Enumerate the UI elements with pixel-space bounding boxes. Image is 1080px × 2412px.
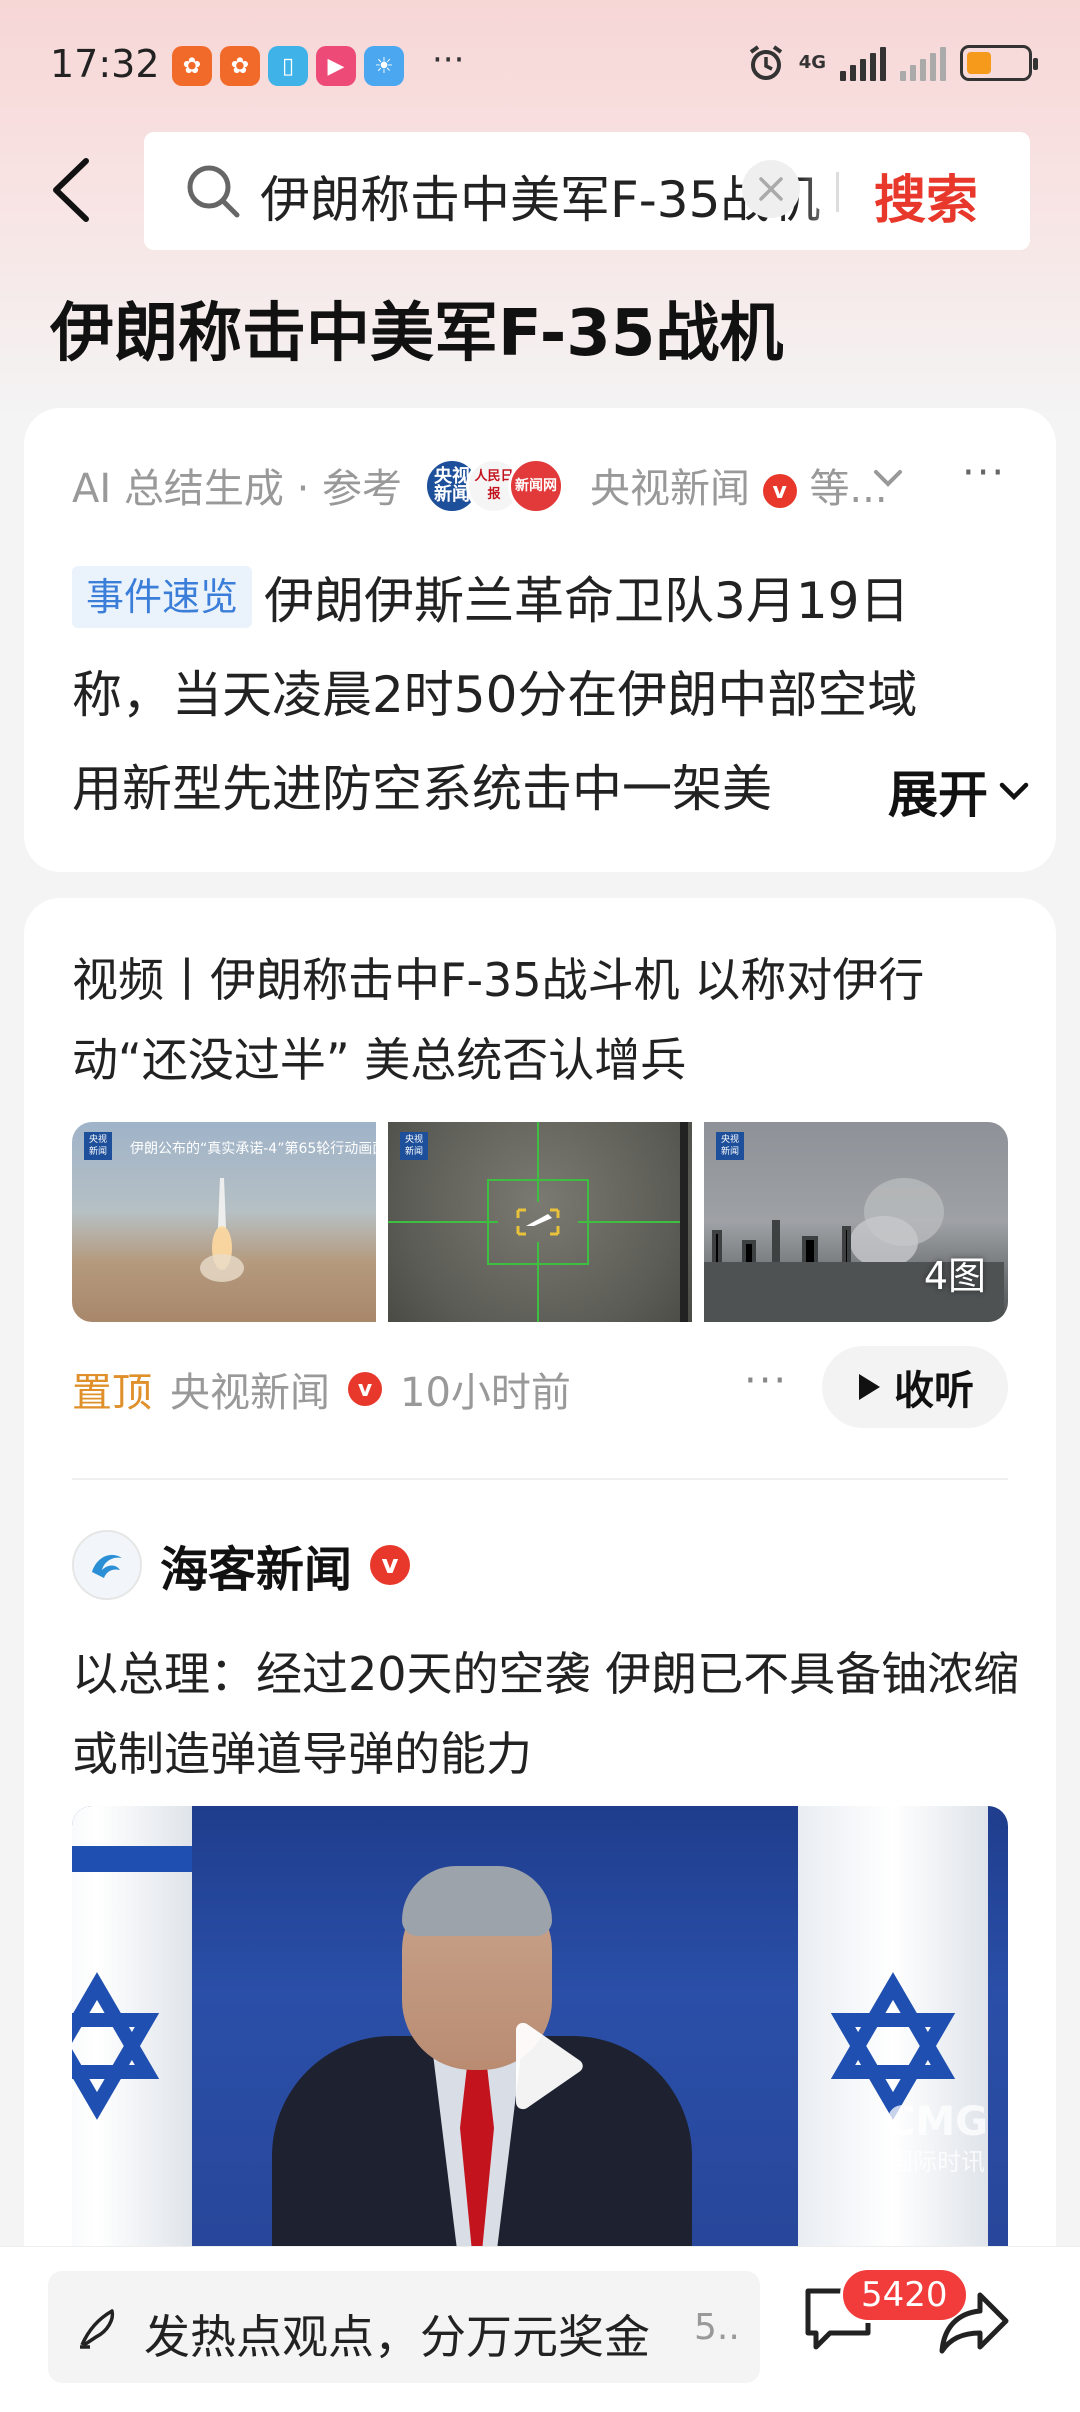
news-thumbnail[interactable]: 央视 新闻 伊朗公布的“真实承诺-4”第65轮行动画面 (72, 1122, 376, 1322)
targeting-reticle-image (388, 1122, 688, 1322)
source-logos[interactable]: 央视新闻 人民日报 新闻网 (424, 458, 564, 514)
verified-badge-icon: v (762, 474, 797, 508)
summary-line: 称，当天凌晨2时50分在伊朗中部空域 (72, 666, 918, 724)
ai-summary-label: AI 总结生成 · 参考 (72, 466, 403, 512)
source-logo-news: 新闻网 (508, 458, 564, 514)
page-title: 伊朗称击中美军F-35战机 (50, 297, 784, 371)
search-bar[interactable]: 伊朗称击中美军F-35战机 搜索 (144, 132, 1030, 250)
publisher-row[interactable]: 海客新闻 v (72, 1530, 411, 1600)
thumbnail-caption: 伊朗公布的“真实承诺-4”第65轮行动画面 (130, 1141, 376, 1157)
status-bar: 17:32 ✿ ✿ ▯ ▶ ☀ ··· 4G (0, 0, 1080, 135)
image-count: 4图 (923, 1254, 986, 1298)
watermark-subtext: 国际时讯 (889, 2148, 985, 2176)
news-title[interactable]: 以总理：经过20天的空袭 伊朗已不具备铀浓缩或制造弹道导弹的能力 (72, 1634, 1022, 1794)
play-icon (859, 1374, 880, 1400)
news-title[interactable]: 视频丨伊朗称击中F-35战斗机 以称对伊行动“还没过半” 美总统否认增兵 (72, 940, 1022, 1100)
play-icon[interactable] (490, 2016, 590, 2116)
speaker-hair (402, 1866, 552, 1936)
wave-logo-icon (92, 1554, 122, 1578)
clear-search-button[interactable] (742, 160, 800, 218)
search-submit-button[interactable]: 搜索 (874, 158, 978, 233)
video-app-icon: ▶ (316, 46, 356, 86)
notification-icons: ✿ ✿ ▯ ▶ ☀ (172, 46, 404, 86)
ai-summary-card[interactable]: AI 总结生成 · 参考 央视新闻 人民日报 新闻网 央视新闻 v 等... ·… (24, 408, 1056, 872)
divider (72, 1478, 1008, 1480)
news-meta: 置顶 央视新闻 v 10小时前 (72, 1360, 571, 1418)
expand-label: 展开 (888, 766, 988, 824)
news-source[interactable]: 央视新闻 (170, 1360, 330, 1418)
expand-button[interactable]: 展开 (814, 744, 1034, 838)
battery-icon (960, 45, 1038, 81)
app-notification-icon: ✿ (172, 46, 212, 86)
ai-summary-text: 事件速览 伊朗伊斯兰革命卫队3月19日 称，当天凌晨2时50分在伊朗中部空域 (72, 554, 1032, 742)
signal-icon (840, 45, 886, 81)
comment-placeholder: 发热点观点，分万元奖金 (144, 2310, 650, 2364)
listen-button[interactable]: 收听 (822, 1346, 1008, 1428)
app-notification-icon: ✿ (220, 46, 260, 86)
battery-level (967, 52, 991, 74)
comment-hint-suffix: 5.. (694, 2307, 740, 2348)
watermark-text: CMG (886, 2099, 988, 2145)
source-name: 央视新闻 (590, 466, 750, 512)
publisher-avatar[interactable] (72, 1530, 142, 1600)
more-options-icon[interactable]: ··· (744, 1358, 788, 1404)
news-image-gallery[interactable]: 央视 新闻 伊朗公布的“真实承诺-4”第65轮行动画面 央视 新闻 央视 新闻 4图 (72, 1122, 1008, 1322)
cctv-logo: 央视 新闻 (84, 1132, 112, 1160)
publisher-name[interactable]: 海客新闻 (160, 1530, 352, 1600)
weather-app-icon: ☀ (364, 46, 404, 86)
alarm-icon (749, 45, 782, 80)
news-thumbnail[interactable]: 央视 新闻 (388, 1122, 692, 1322)
source-name-row[interactable]: 央视新闻 v 等... (590, 456, 888, 514)
signal-weak-icon (900, 45, 946, 81)
pen-icon (80, 2309, 115, 2349)
verified-badge-icon: v (348, 1372, 382, 1406)
book-app-icon: ▯ (268, 46, 308, 86)
search-icon (187, 165, 240, 218)
chevron-down-icon (999, 782, 1029, 801)
news-feed: 视频丨伊朗称击中F-35战斗机 以称对伊行动“还没过半” 美总统否认增兵 央视新… (24, 898, 1056, 2412)
news-thumbnail[interactable]: 央视 新闻 4图 (704, 1122, 1008, 1322)
more-notifications-icon: ··· (432, 40, 465, 80)
news-video[interactable]: CMG 国际时讯 (72, 1806, 1008, 2266)
summary-line: 伊朗伊斯兰革命卫队3月19日 (264, 572, 910, 630)
close-icon (759, 177, 783, 201)
bottom-action-bar: 发热点观点，分万元奖金 5.. 5420 (0, 2246, 1080, 2412)
news-time: 10小时前 (400, 1370, 571, 1416)
status-time: 17:32 (50, 42, 160, 86)
comment-input[interactable]: 发热点观点，分万元奖金 5.. (48, 2271, 760, 2383)
pinned-label: 置顶 (72, 1370, 152, 1416)
share-icon[interactable] (936, 2287, 1012, 2359)
cmg-watermark: CMG 国际时讯 (886, 2102, 988, 2182)
flag-image (798, 1806, 988, 2266)
chevron-left-icon (53, 158, 89, 222)
system-status: 4G (747, 44, 1038, 82)
chevron-down-icon[interactable] (872, 468, 904, 490)
more-options-icon[interactable]: ··· (962, 450, 1006, 496)
back-button[interactable] (40, 150, 100, 230)
missile-launch-image (200, 1178, 244, 1282)
verified-badge-icon: v (370, 1545, 411, 1585)
search-divider (836, 172, 839, 212)
flag-image (72, 1806, 192, 2266)
event-tag: 事件速览 (72, 566, 253, 628)
network-type-label: 4G (798, 52, 826, 73)
listen-label: 收听 (894, 1368, 974, 1414)
